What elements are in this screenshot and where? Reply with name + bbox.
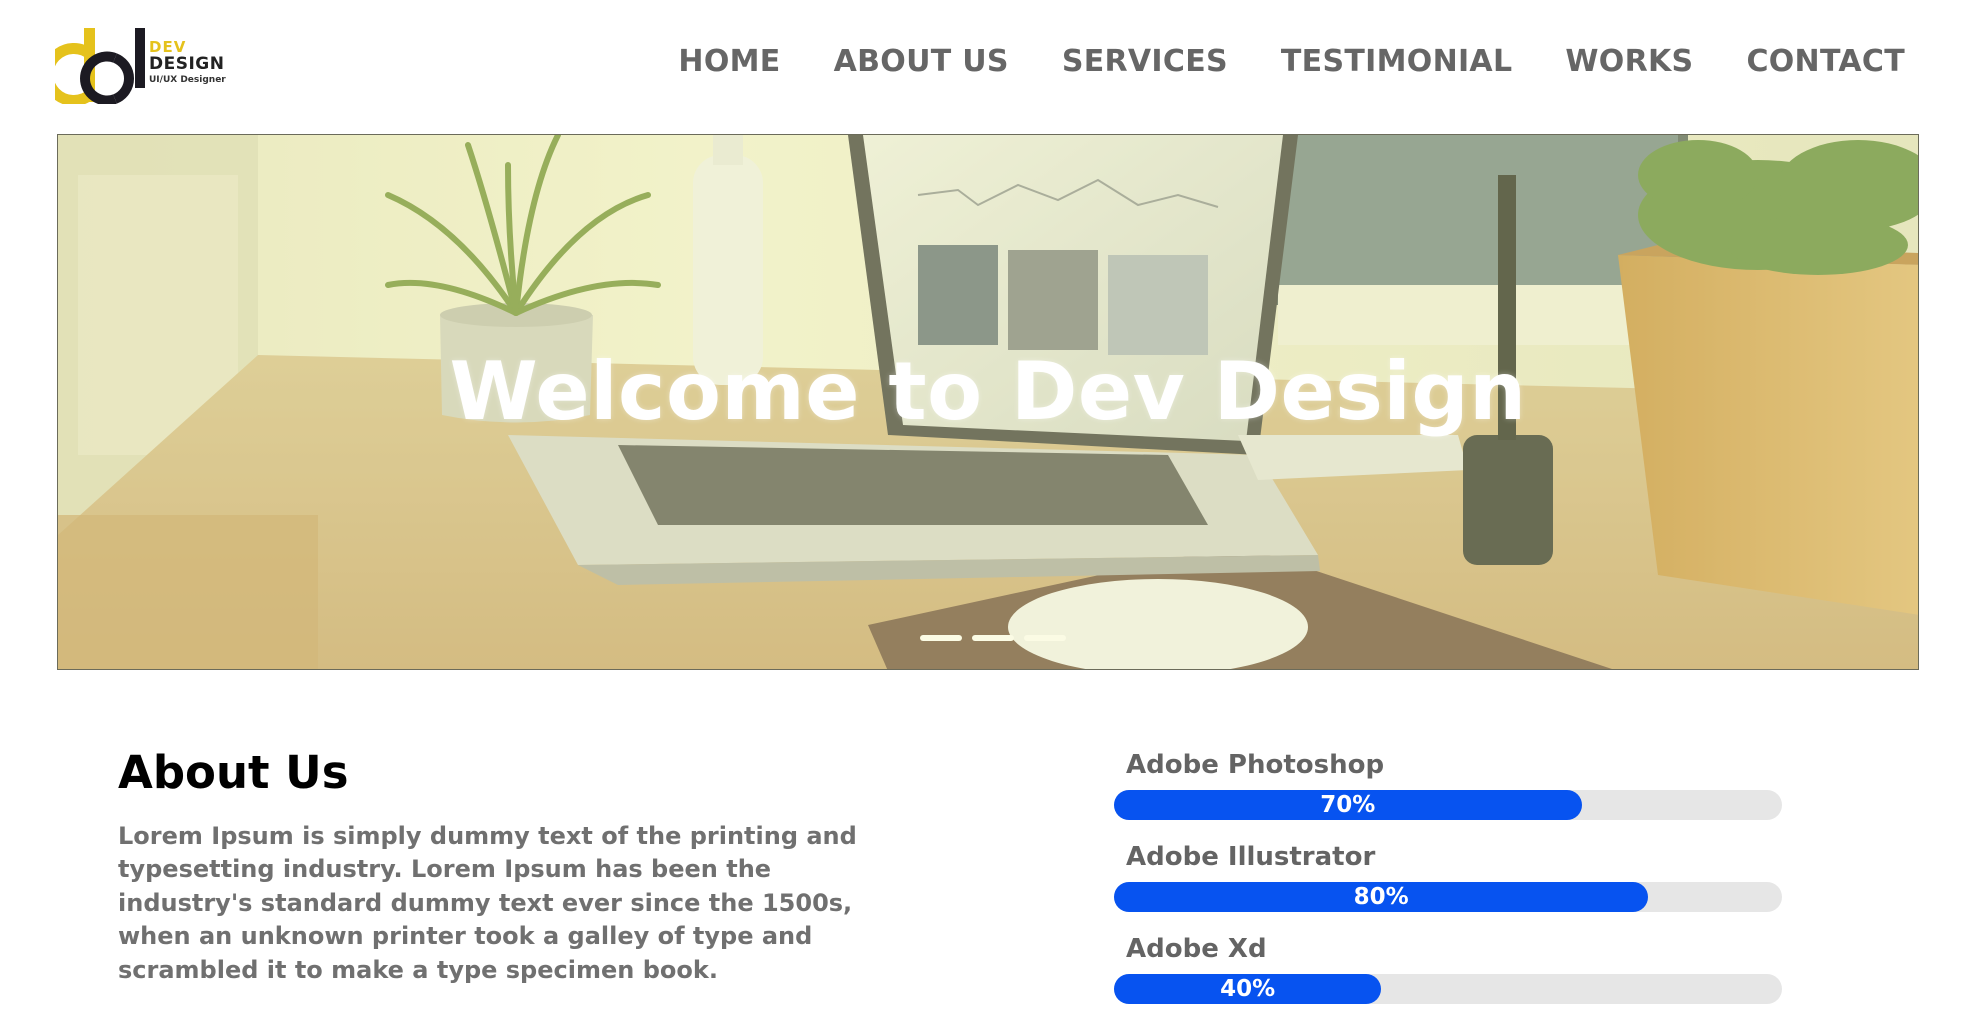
carousel-indicators bbox=[920, 635, 1066, 641]
skill-percent: 40% bbox=[1220, 976, 1276, 1002]
carousel-dot-3[interactable] bbox=[1024, 635, 1066, 641]
skill-label: Adobe Illustrator bbox=[1126, 842, 1376, 872]
skill-progress-fill: 70% bbox=[1114, 790, 1582, 820]
nav-works[interactable]: WORKS bbox=[1565, 44, 1693, 79]
nav-services[interactable]: SERVICES bbox=[1062, 44, 1228, 79]
nav-home[interactable]: HOME bbox=[678, 44, 780, 79]
skill-progress-track: 70% bbox=[1114, 790, 1782, 820]
skill-progress-fill: 80% bbox=[1114, 882, 1649, 912]
skill-label: Adobe Photoshop bbox=[1126, 750, 1385, 780]
carousel-dot-1[interactable] bbox=[920, 635, 962, 641]
skill-progress-track: 40% bbox=[1114, 974, 1782, 1004]
nav-testimonial[interactable]: TESTIMONIAL bbox=[1281, 44, 1512, 79]
logo-mark-icon bbox=[55, 28, 145, 104]
about-text: Lorem Ipsum is simply dummy text of the … bbox=[118, 821, 857, 984]
skill-illustrator: Adobe Illustrator 80% bbox=[1114, 842, 1782, 934]
skill-progress-track: 80% bbox=[1114, 882, 1782, 912]
skill-xd: Adobe Xd 40% bbox=[1114, 934, 1782, 1026]
carousel-dot-2[interactable] bbox=[972, 635, 1014, 641]
skill-percent: 70% bbox=[1320, 792, 1376, 818]
main-nav: HOME ABOUT US SERVICES TESTIMONIAL WORKS… bbox=[678, 44, 1905, 79]
about-section: About Us Lorem Ipsum is simply dummy tex… bbox=[118, 748, 878, 987]
brand-logo[interactable]: DEV DESIGN UI/UX Designer bbox=[55, 28, 235, 104]
skill-percent: 80% bbox=[1353, 884, 1409, 910]
nav-contact[interactable]: CONTACT bbox=[1746, 44, 1905, 79]
logo-line-design: DESIGN bbox=[149, 54, 225, 74]
skills-section: Adobe Photoshop 70% Adobe Illustrator 80… bbox=[1114, 750, 1782, 1026]
skill-photoshop: Adobe Photoshop 70% bbox=[1114, 750, 1782, 842]
about-title: About Us bbox=[118, 746, 349, 799]
site-header: DEV DESIGN UI/UX Designer HOME ABOUT US … bbox=[0, 0, 1975, 132]
logo-line-dev: DEV bbox=[149, 38, 187, 56]
nav-about-us[interactable]: ABOUT US bbox=[834, 44, 1009, 79]
hero-carousel[interactable]: Welcome to Dev Design bbox=[57, 134, 1919, 670]
hero-title: Welcome to Dev Design bbox=[449, 345, 1527, 438]
skill-label: Adobe Xd bbox=[1126, 934, 1267, 964]
logo-wordmark: DEV DESIGN UI/UX Designer bbox=[149, 40, 226, 85]
logo-tagline: UI/UX Designer bbox=[149, 75, 226, 85]
skill-progress-fill: 40% bbox=[1114, 974, 1382, 1004]
